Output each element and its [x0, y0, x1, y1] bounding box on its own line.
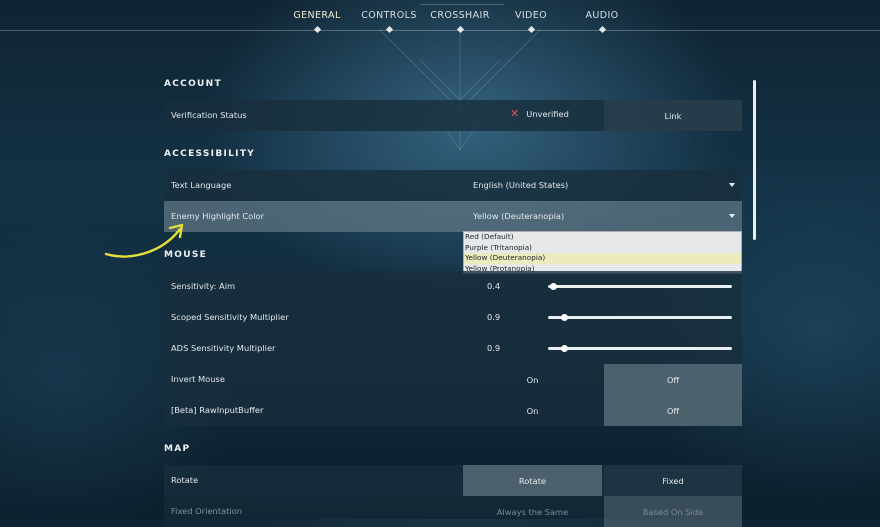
fixed-orientation-label: Fixed Orientation	[171, 506, 242, 516]
invert-mouse-row: Invert Mouse On Off	[164, 364, 742, 395]
tab-crosshair[interactable]: CROSSHAIR	[430, 10, 489, 21]
verification-status-value: ✕ Unverified	[510, 107, 569, 120]
verification-status-row: Verification Status ✕ Unverified Link	[164, 100, 742, 131]
scoped-sensitivity-value: 0.9	[487, 312, 501, 322]
slider-handle[interactable]	[561, 344, 569, 352]
map-rotate-label: Rotate	[171, 475, 199, 485]
text-language-row[interactable]: Text Language English (United States)	[164, 170, 742, 201]
always-the-same-button[interactable]: Always the Same	[463, 496, 602, 527]
sensitivity-aim-slider[interactable]	[548, 282, 732, 290]
map-fixed-button[interactable]: Fixed	[604, 465, 742, 496]
sensitivity-aim-row: Sensitivity: Aim 0.4	[164, 271, 742, 302]
link-account-button[interactable]: Link	[604, 100, 742, 131]
dropdown-option-red[interactable]: Red (Default)	[464, 232, 741, 243]
tab-bar-divider	[0, 30, 880, 31]
scoped-sensitivity-row: Scoped Sensitivity Multiplier 0.9	[164, 302, 742, 333]
text-language-label: Text Language	[171, 180, 232, 190]
scoped-sensitivity-slider[interactable]	[548, 313, 732, 321]
sensitivity-aim-value: 0.4	[487, 281, 501, 291]
text-language-value: English (United States)	[473, 180, 569, 190]
sensitivity-aim-label: Sensitivity: Aim	[171, 281, 236, 291]
enemy-highlight-color-dropdown: Red (Default) Purple (Tritanopia) Yellow…	[463, 231, 742, 274]
tab-highlight-line	[420, 4, 504, 5]
enemy-highlight-color-value: Yellow (Deuteranopia)	[473, 211, 565, 221]
ads-sensitivity-slider[interactable]	[548, 344, 732, 352]
dropdown-option-yellow-deuteranopia[interactable]: Yellow (Deuteranopia)	[464, 253, 741, 264]
ads-sensitivity-row: ADS Sensitivity Multiplier 0.9	[164, 333, 742, 364]
verification-status-label: Verification Status	[171, 110, 247, 120]
settings-scrollbar[interactable]	[753, 80, 756, 240]
slider-handle[interactable]	[550, 282, 558, 290]
section-title-accessibility: ACCESSIBILITY	[164, 149, 256, 159]
section-title-map: MAP	[164, 444, 191, 454]
map-rotate-button[interactable]: Rotate	[463, 465, 602, 496]
scoped-sensitivity-label: Scoped Sensitivity Multiplier	[171, 312, 289, 322]
dropdown-option-purple[interactable]: Purple (Tritanopia)	[464, 243, 741, 254]
section-title-account: ACCOUNT	[164, 79, 222, 89]
based-on-side-button[interactable]: Based On Side	[604, 496, 742, 527]
fixed-orientation-row: Fixed Orientation Always the Same Based …	[164, 496, 742, 527]
ads-sensitivity-label: ADS Sensitivity Multiplier	[171, 343, 276, 353]
raw-input-buffer-row: [Beta] RawInputBuffer On Off	[164, 395, 742, 426]
enemy-highlight-color-row[interactable]: Enemy Highlight Color Yellow (Deuteranop…	[164, 201, 742, 232]
tab-controls[interactable]: CONTROLS	[361, 10, 417, 21]
annotation-arrow-icon	[104, 223, 184, 258]
invert-mouse-on-button[interactable]: On	[463, 364, 602, 395]
invert-mouse-label: Invert Mouse	[171, 374, 225, 384]
raw-input-buffer-on-button[interactable]: On	[463, 395, 602, 426]
map-rotate-row: Rotate Rotate Fixed	[164, 465, 742, 496]
tab-video[interactable]: VIDEO	[515, 10, 547, 21]
ads-sensitivity-value: 0.9	[487, 343, 501, 353]
tab-audio[interactable]: AUDIO	[585, 10, 618, 21]
raw-input-buffer-label: [Beta] RawInputBuffer	[171, 405, 264, 415]
chevron-down-icon[interactable]	[729, 214, 735, 218]
tab-general[interactable]: GENERAL	[293, 10, 340, 21]
verification-status-text: Unverified	[526, 109, 569, 119]
x-icon: ✕	[510, 107, 520, 120]
settings-tab-bar: GENERAL CONTROLS CROSSHAIR VIDEO AUDIO	[0, 0, 880, 34]
raw-input-buffer-off-button[interactable]: Off	[604, 395, 742, 426]
chevron-down-icon[interactable]	[729, 183, 735, 187]
invert-mouse-off-button[interactable]: Off	[604, 364, 742, 395]
slider-handle[interactable]	[561, 313, 569, 321]
